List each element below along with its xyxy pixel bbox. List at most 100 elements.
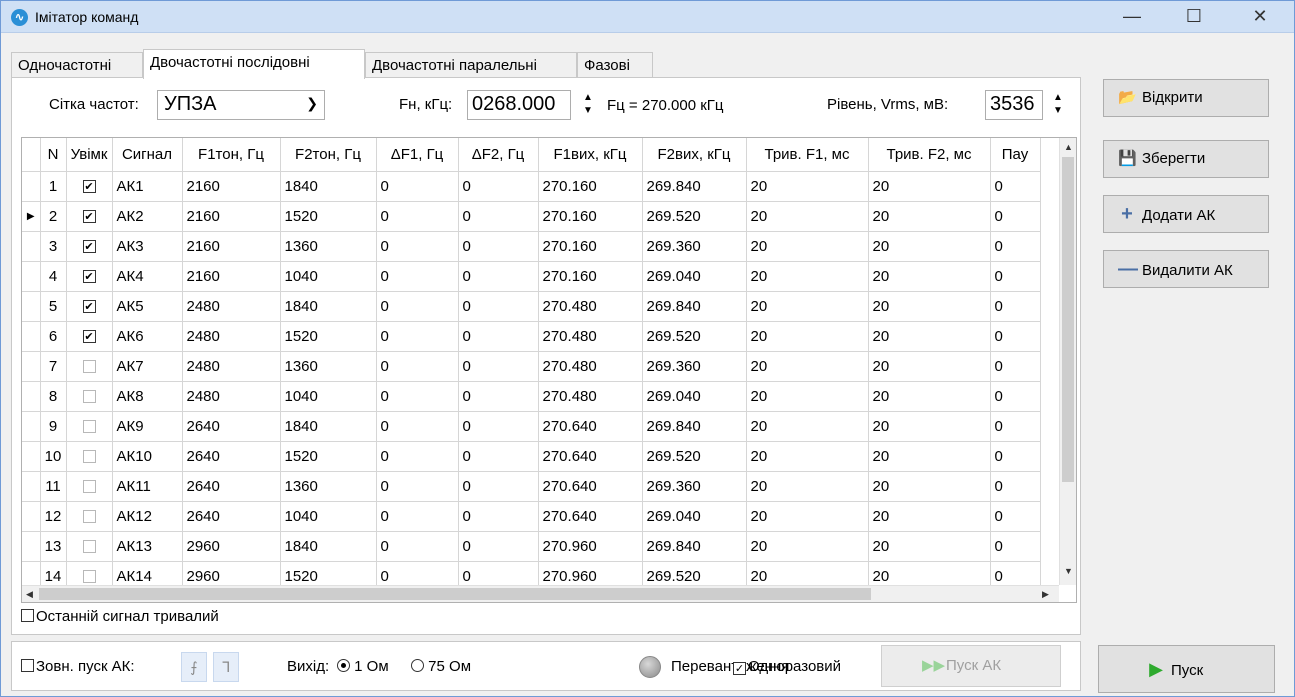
row-indicator[interactable] [22, 411, 41, 442]
rising-edge-button[interactable]: ⨍ [181, 652, 207, 682]
external-start-checkbox[interactable]: Зовн. пуск АК: [21, 658, 135, 675]
cell-n[interactable]: 9 [40, 411, 67, 442]
cell-f1-tone[interactable]: 2480 [182, 321, 281, 352]
cell-f2-out[interactable]: 269.840 [642, 411, 747, 442]
cell-df2[interactable]: 0 [458, 171, 539, 202]
radio-unselected-icon[interactable] [411, 659, 424, 672]
cell-f1-out[interactable]: 270.960 [538, 531, 643, 562]
cell-n[interactable]: 6 [40, 321, 67, 352]
cell-df2[interactable]: 0 [458, 231, 539, 262]
cell-f1-tone[interactable]: 2160 [182, 201, 281, 232]
enabled-checkbox[interactable] [82, 450, 96, 464]
cell-pause[interactable]: 0 [990, 471, 1041, 502]
cell-dur-f2[interactable]: 20 [868, 201, 991, 232]
table-row[interactable]: 4 ✔ АК4 2160 1040 0 0 270.160 269.040 20 20 0 [22, 261, 1041, 292]
cell-pause[interactable]: 0 [990, 411, 1041, 442]
cell-dur-f1[interactable]: 20 [746, 231, 869, 262]
cell-signal[interactable]: АК11 [112, 471, 183, 502]
cell-n[interactable]: 5 [40, 291, 67, 322]
delete-ak-button[interactable]: — Видалити АК [1103, 250, 1269, 288]
cell-enabled[interactable]: ✔ [66, 321, 113, 352]
cell-df1[interactable]: 0 [376, 171, 459, 202]
cell-f2-tone[interactable]: 1040 [280, 501, 377, 532]
table-row[interactable]: 12 АК12 2640 1040 0 0 270.640 269.040 20 20 0 [22, 501, 1041, 532]
cell-pause[interactable]: 0 [990, 231, 1041, 262]
cell-f2-tone[interactable]: 1520 [280, 441, 377, 472]
external-start-box[interactable] [21, 659, 34, 672]
cell-f1-tone[interactable]: 2160 [182, 261, 281, 292]
table-row[interactable]: 8 АК8 2480 1040 0 0 270.480 269.040 20 20 0 [22, 381, 1041, 412]
cell-f2-out[interactable]: 269.520 [642, 201, 747, 232]
cell-f1-out[interactable]: 270.480 [538, 381, 643, 412]
table-row[interactable]: 10 АК10 2640 1520 0 0 270.640 269.520 20 20 0 [22, 441, 1041, 472]
cell-pause[interactable]: 0 [990, 291, 1041, 322]
enabled-checkbox[interactable] [82, 420, 96, 434]
cell-df2[interactable]: 0 [458, 291, 539, 322]
col-dur-f1-header[interactable]: Трив. F1, мс [746, 138, 869, 172]
cell-enabled[interactable] [66, 501, 113, 532]
output-75-ohm-radio[interactable]: 75 Ом [411, 658, 471, 675]
row-indicator[interactable] [22, 261, 41, 292]
cell-f2-tone[interactable]: 1840 [280, 291, 377, 322]
cell-f1-out[interactable]: 270.640 [538, 471, 643, 502]
col-df1-header[interactable]: ΔF1, Гц [376, 138, 459, 172]
cell-pause[interactable]: 0 [990, 201, 1041, 232]
cell-f2-tone[interactable]: 1040 [280, 261, 377, 292]
cell-df2[interactable]: 0 [458, 411, 539, 442]
cell-df2[interactable]: 0 [458, 321, 539, 352]
enabled-checkbox[interactable]: ✔ [82, 300, 96, 314]
horizontal-scroll-thumb[interactable] [39, 588, 871, 600]
cell-dur-f2[interactable]: 20 [868, 381, 991, 412]
radio-selected-icon[interactable] [337, 659, 350, 672]
signals-table[interactable]: N Увімк Сигнал F1тон, Гц F2тон, Гц ΔF1, Гц ΔF2… [21, 137, 1077, 603]
cell-f1-out[interactable]: 270.160 [538, 231, 643, 262]
down-arrow-icon[interactable]: ▼ [1047, 104, 1069, 117]
cell-df1[interactable]: 0 [376, 441, 459, 472]
cell-df2[interactable]: 0 [458, 441, 539, 472]
cell-f1-out[interactable]: 270.640 [538, 501, 643, 532]
cell-df1[interactable]: 0 [376, 501, 459, 532]
cell-dur-f2[interactable]: 20 [868, 351, 991, 382]
cell-n[interactable]: 3 [40, 231, 67, 262]
up-arrow-icon[interactable]: ▲ [577, 91, 599, 104]
row-indicator[interactable] [22, 531, 41, 562]
cell-enabled[interactable] [66, 441, 113, 472]
cell-pause[interactable]: 0 [990, 501, 1041, 532]
table-row[interactable]: 3 ✔ АК3 2160 1360 0 0 270.160 269.360 20 20 0 [22, 231, 1041, 262]
col-dur-f2-header[interactable]: Трив. F2, мс [868, 138, 991, 172]
cell-signal[interactable]: АК5 [112, 291, 183, 322]
cell-f2-tone[interactable]: 1360 [280, 471, 377, 502]
last-signal-long-checkbox[interactable]: Останній сигнал тривалий [21, 608, 219, 625]
level-stepper[interactable]: ▲ ▼ [1047, 91, 1069, 121]
cell-dur-f2[interactable]: 20 [868, 501, 991, 532]
cell-f2-out[interactable]: 269.840 [642, 531, 747, 562]
cell-n[interactable]: 12 [40, 501, 67, 532]
cell-df2[interactable]: 0 [458, 531, 539, 562]
enabled-checkbox[interactable] [82, 510, 96, 524]
cell-enabled[interactable]: ✔ [66, 231, 113, 262]
cell-n[interactable]: 10 [40, 441, 67, 472]
output-1-ohm-radio[interactable]: 1 Ом [337, 658, 389, 675]
cell-f2-out[interactable]: 269.520 [642, 441, 747, 472]
cell-f2-out[interactable]: 269.520 [642, 321, 747, 352]
cell-pause[interactable]: 0 [990, 441, 1041, 472]
cell-dur-f1[interactable]: 20 [746, 321, 869, 352]
scroll-right-icon[interactable]: ▶ [1042, 589, 1049, 600]
cell-dur-f1[interactable]: 20 [746, 261, 869, 292]
cell-signal[interactable]: АК9 [112, 411, 183, 442]
cell-f1-out[interactable]: 270.480 [538, 291, 643, 322]
cell-n[interactable]: 13 [40, 531, 67, 562]
cell-f2-tone[interactable]: 1520 [280, 321, 377, 352]
cell-pause[interactable]: 0 [990, 381, 1041, 412]
enabled-checkbox[interactable]: ✔ [82, 180, 96, 194]
scroll-down-icon[interactable]: ▼ [1064, 566, 1073, 576]
cell-dur-f2[interactable]: 20 [868, 171, 991, 202]
enabled-checkbox[interactable] [82, 480, 96, 494]
cell-f2-tone[interactable]: 1520 [280, 201, 377, 232]
cell-f1-out[interactable]: 270.480 [538, 351, 643, 382]
cell-f2-out[interactable]: 269.840 [642, 291, 747, 322]
cell-f1-out[interactable]: 270.640 [538, 441, 643, 472]
enabled-checkbox[interactable] [82, 390, 96, 404]
cell-signal[interactable]: АК12 [112, 501, 183, 532]
row-indicator[interactable] [22, 441, 41, 472]
